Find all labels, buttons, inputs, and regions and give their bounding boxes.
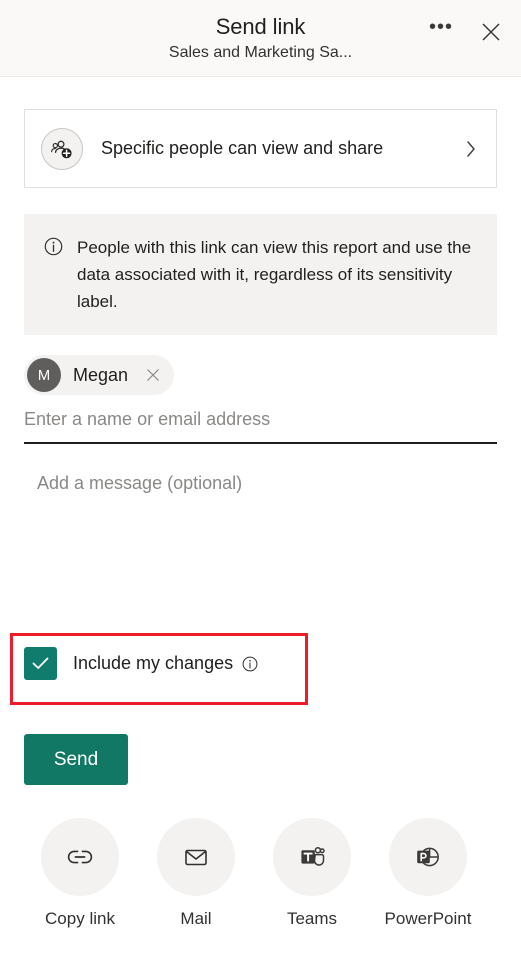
- sensitivity-info-banner: People with this link can view this repo…: [24, 214, 497, 335]
- include-changes-info-icon[interactable]: [242, 656, 258, 672]
- ellipsis-icon: •••: [428, 16, 453, 38]
- name-input-wrapper: [24, 405, 497, 444]
- teams-icon: [301, 846, 325, 866]
- checkmark-icon: [32, 657, 49, 669]
- search-input[interactable]: [24, 405, 497, 442]
- share-target-label: Mail: [180, 909, 212, 928]
- link-icon: [67, 850, 93, 864]
- teams-circle: [273, 818, 351, 896]
- dialog-subtitle: Sales and Marketing Sa...: [168, 43, 353, 61]
- remove-recipient-button[interactable]: [142, 364, 164, 386]
- powerpoint-icon: [417, 847, 439, 867]
- mail-icon: [185, 849, 207, 866]
- share-target-copy-link[interactable]: Copy link: [22, 818, 138, 929]
- include-changes-checkbox[interactable]: [24, 647, 57, 680]
- send-button[interactable]: Send: [24, 734, 128, 785]
- chevron-right-icon: [464, 138, 478, 160]
- permission-selector[interactable]: Specific people can view and share: [24, 109, 497, 188]
- share-target-label: Copy link: [45, 909, 115, 928]
- permission-label: Specific people can view and share: [101, 138, 384, 158]
- share-targets-row: Copy link Mail Teams PowerPoint: [0, 818, 521, 929]
- share-target-teams[interactable]: Teams: [254, 818, 370, 929]
- share-target-label: Teams: [286, 909, 338, 928]
- message-input[interactable]: [24, 460, 497, 552]
- avatar: M: [27, 358, 61, 392]
- share-target-label: PowerPoint: [384, 909, 472, 928]
- more-options-button[interactable]: •••: [427, 16, 455, 46]
- recipient-pill[interactable]: M Megan: [24, 355, 175, 395]
- close-button[interactable]: [477, 18, 505, 46]
- sensitivity-info-text: People with this link can view this repo…: [77, 238, 472, 311]
- recipient-name: Megan: [73, 364, 129, 385]
- header-actions: •••: [427, 16, 505, 46]
- recipients-area: M Megan: [24, 355, 497, 395]
- people-add-icon: [41, 127, 83, 170]
- close-icon: [147, 369, 159, 381]
- include-changes-label: Include my changes: [73, 653, 234, 673]
- include-changes-row[interactable]: Include my changes: [24, 647, 258, 680]
- share-target-mail[interactable]: Mail: [138, 818, 254, 929]
- info-icon: [44, 237, 63, 261]
- close-icon: [482, 23, 500, 41]
- share-target-powerpoint[interactable]: PowerPoint: [370, 818, 486, 929]
- powerpoint-circle: [389, 818, 467, 896]
- mail-circle: [157, 818, 235, 896]
- message-wrapper: [24, 460, 497, 557]
- dialog-header: Send link Sales and Marketing Sa... •••: [0, 0, 521, 77]
- copy-link-circle: [41, 818, 119, 896]
- page-title: Send link: [215, 13, 306, 39]
